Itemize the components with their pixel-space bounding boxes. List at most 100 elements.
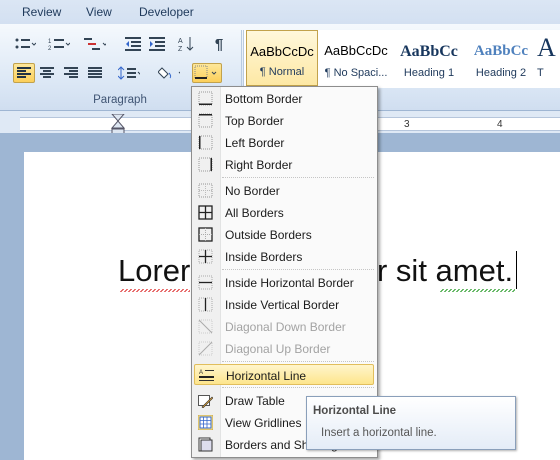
align-left-icon [17,67,31,78]
bottom-border-icon [198,91,213,106]
view-gridlines-icon [198,415,213,430]
menu-separator [222,269,374,270]
style-name: Heading 1 [403,67,455,79]
justify-button[interactable] [84,63,106,83]
show-formatting-button[interactable]: ¶ [208,34,230,54]
borders-button[interactable] [192,63,222,83]
style-title[interactable]: A T [537,30,560,86]
align-center-icon [40,67,54,78]
align-right-button[interactable] [60,63,82,83]
align-right-icon [64,67,78,78]
all-borders-icon [198,205,213,220]
inside-vertical-border-icon [198,297,213,312]
style-sample: AaBbCcDc [250,44,314,59]
svg-text:A: A [199,370,203,376]
style-name: ¶ Normal [259,66,305,78]
shading-button[interactable] [158,63,180,83]
numbering-button[interactable]: 12 [48,34,70,54]
menu-item-horizontal-line[interactable]: A Horizontal Line [194,364,374,385]
menu-item-inside-horizontal-border[interactable]: Inside Horizontal Border [194,272,374,293]
horizontal-line-icon: A [199,370,214,381]
right-border-icon [198,157,213,172]
inside-borders-icon [198,249,213,264]
menu-item-label: Draw Table [225,394,285,408]
menu-separator [222,361,374,362]
document-text-right[interactable]: r sit amet. [377,253,513,289]
menu-item-label: Outside Borders [225,228,312,242]
menu-item-label: Inside Borders [225,250,303,264]
bottom-border-icon [194,65,217,79]
menu-separator [222,177,374,178]
line-spacing-icon [118,66,140,80]
menu-item-inside-vertical-border[interactable]: Inside Vertical Border [194,294,374,315]
decrease-indent-icon [125,37,141,51]
sort-icon: AZ [178,37,194,52]
svg-text:2: 2 [48,46,52,51]
menu-item-diagonal-up-border: Diagonal Up Border [194,338,374,359]
menu-item-all-borders[interactable]: All Borders [194,202,374,223]
style-sample: AaBbCcDc [324,43,388,58]
menu-item-outside-borders[interactable]: Outside Borders [194,224,374,245]
tab-developer[interactable]: Developer [139,5,194,19]
tooltip: Horizontal Line Insert a horizontal line… [306,396,516,450]
style-name: ¶ No Spaci... [324,67,388,79]
borders-and-shading-icon [198,437,213,452]
bullets-button[interactable] [14,34,36,54]
line-spacing-button[interactable] [118,63,140,83]
tooltip-description: Insert a horizontal line. [321,427,437,439]
multilevel-list-button[interactable] [84,34,106,54]
ruler-number: 4 [497,119,503,130]
ruler-number: 3 [404,119,410,130]
menu-item-bottom-border[interactable]: Bottom Border [194,88,374,109]
no-border-icon [198,183,213,198]
menu-item-label: Right Border [225,158,293,172]
menu-item-label: All Borders [225,206,284,220]
style-name: Heading 2 [475,67,527,79]
menu-item-top-border[interactable]: Top Border [194,110,374,131]
menu-item-left-border[interactable]: Left Border [194,132,374,153]
sort-button[interactable]: AZ [176,34,198,54]
top-border-icon [198,113,213,128]
menu-item-label: Diagonal Down Border [225,320,346,334]
menu-item-diagonal-down-border: Diagonal Down Border [194,316,374,337]
style-sample: AaBbCc [400,43,458,60]
style-heading-2[interactable]: AaBbCc Heading 2 [465,30,537,86]
menu-separator [222,387,374,388]
outside-borders-icon [198,227,213,242]
menu-item-label: Bottom Border [225,92,303,106]
style-heading-1[interactable]: AaBbCc Heading 1 [393,30,465,86]
decrease-indent-button[interactable] [122,34,144,54]
svg-text:A: A [178,38,183,45]
svg-text:1: 1 [48,39,52,45]
diagonal-down-border-icon [198,319,213,334]
style-normal[interactable]: AaBbCcDc ¶ Normal [246,30,318,86]
menu-item-label: Inside Vertical Border [225,298,340,312]
pilcrow-icon: ¶ [214,35,224,53]
style-no-spacing[interactable]: AaBbCcDc ¶ No Spaci... [320,30,392,86]
multilevel-list-icon [84,38,106,50]
bullets-icon [15,38,36,49]
shading-icon [158,67,180,79]
style-sample: A [537,33,556,62]
document-text-left[interactable]: Lorer [118,253,190,289]
increase-indent-button[interactable] [146,34,168,54]
align-center-button[interactable] [36,63,58,83]
menu-item-label: No Border [225,184,280,198]
tab-view[interactable]: View [86,5,112,19]
increase-indent-icon [149,37,165,51]
left-border-icon [198,135,213,150]
menu-item-label: Inside Horizontal Border [225,276,354,290]
styles-gallery: AaBbCcDc ¶ Normal AaBbCcDc ¶ No Spaci...… [243,30,560,88]
spelling-squiggle [120,289,190,292]
tab-review[interactable]: Review [22,5,61,19]
align-left-button[interactable] [13,63,35,83]
menu-item-right-border[interactable]: Right Border [194,154,374,175]
justify-icon [88,67,102,78]
menu-item-label: Left Border [225,136,285,150]
menu-item-label: Diagonal Up Border [225,342,331,356]
menu-item-no-border[interactable]: No Border [194,180,374,201]
draw-table-icon [198,395,213,408]
menu-item-label: View Gridlines [225,416,302,430]
menu-item-inside-borders[interactable]: Inside Borders [194,246,374,267]
style-name: T [537,67,544,79]
